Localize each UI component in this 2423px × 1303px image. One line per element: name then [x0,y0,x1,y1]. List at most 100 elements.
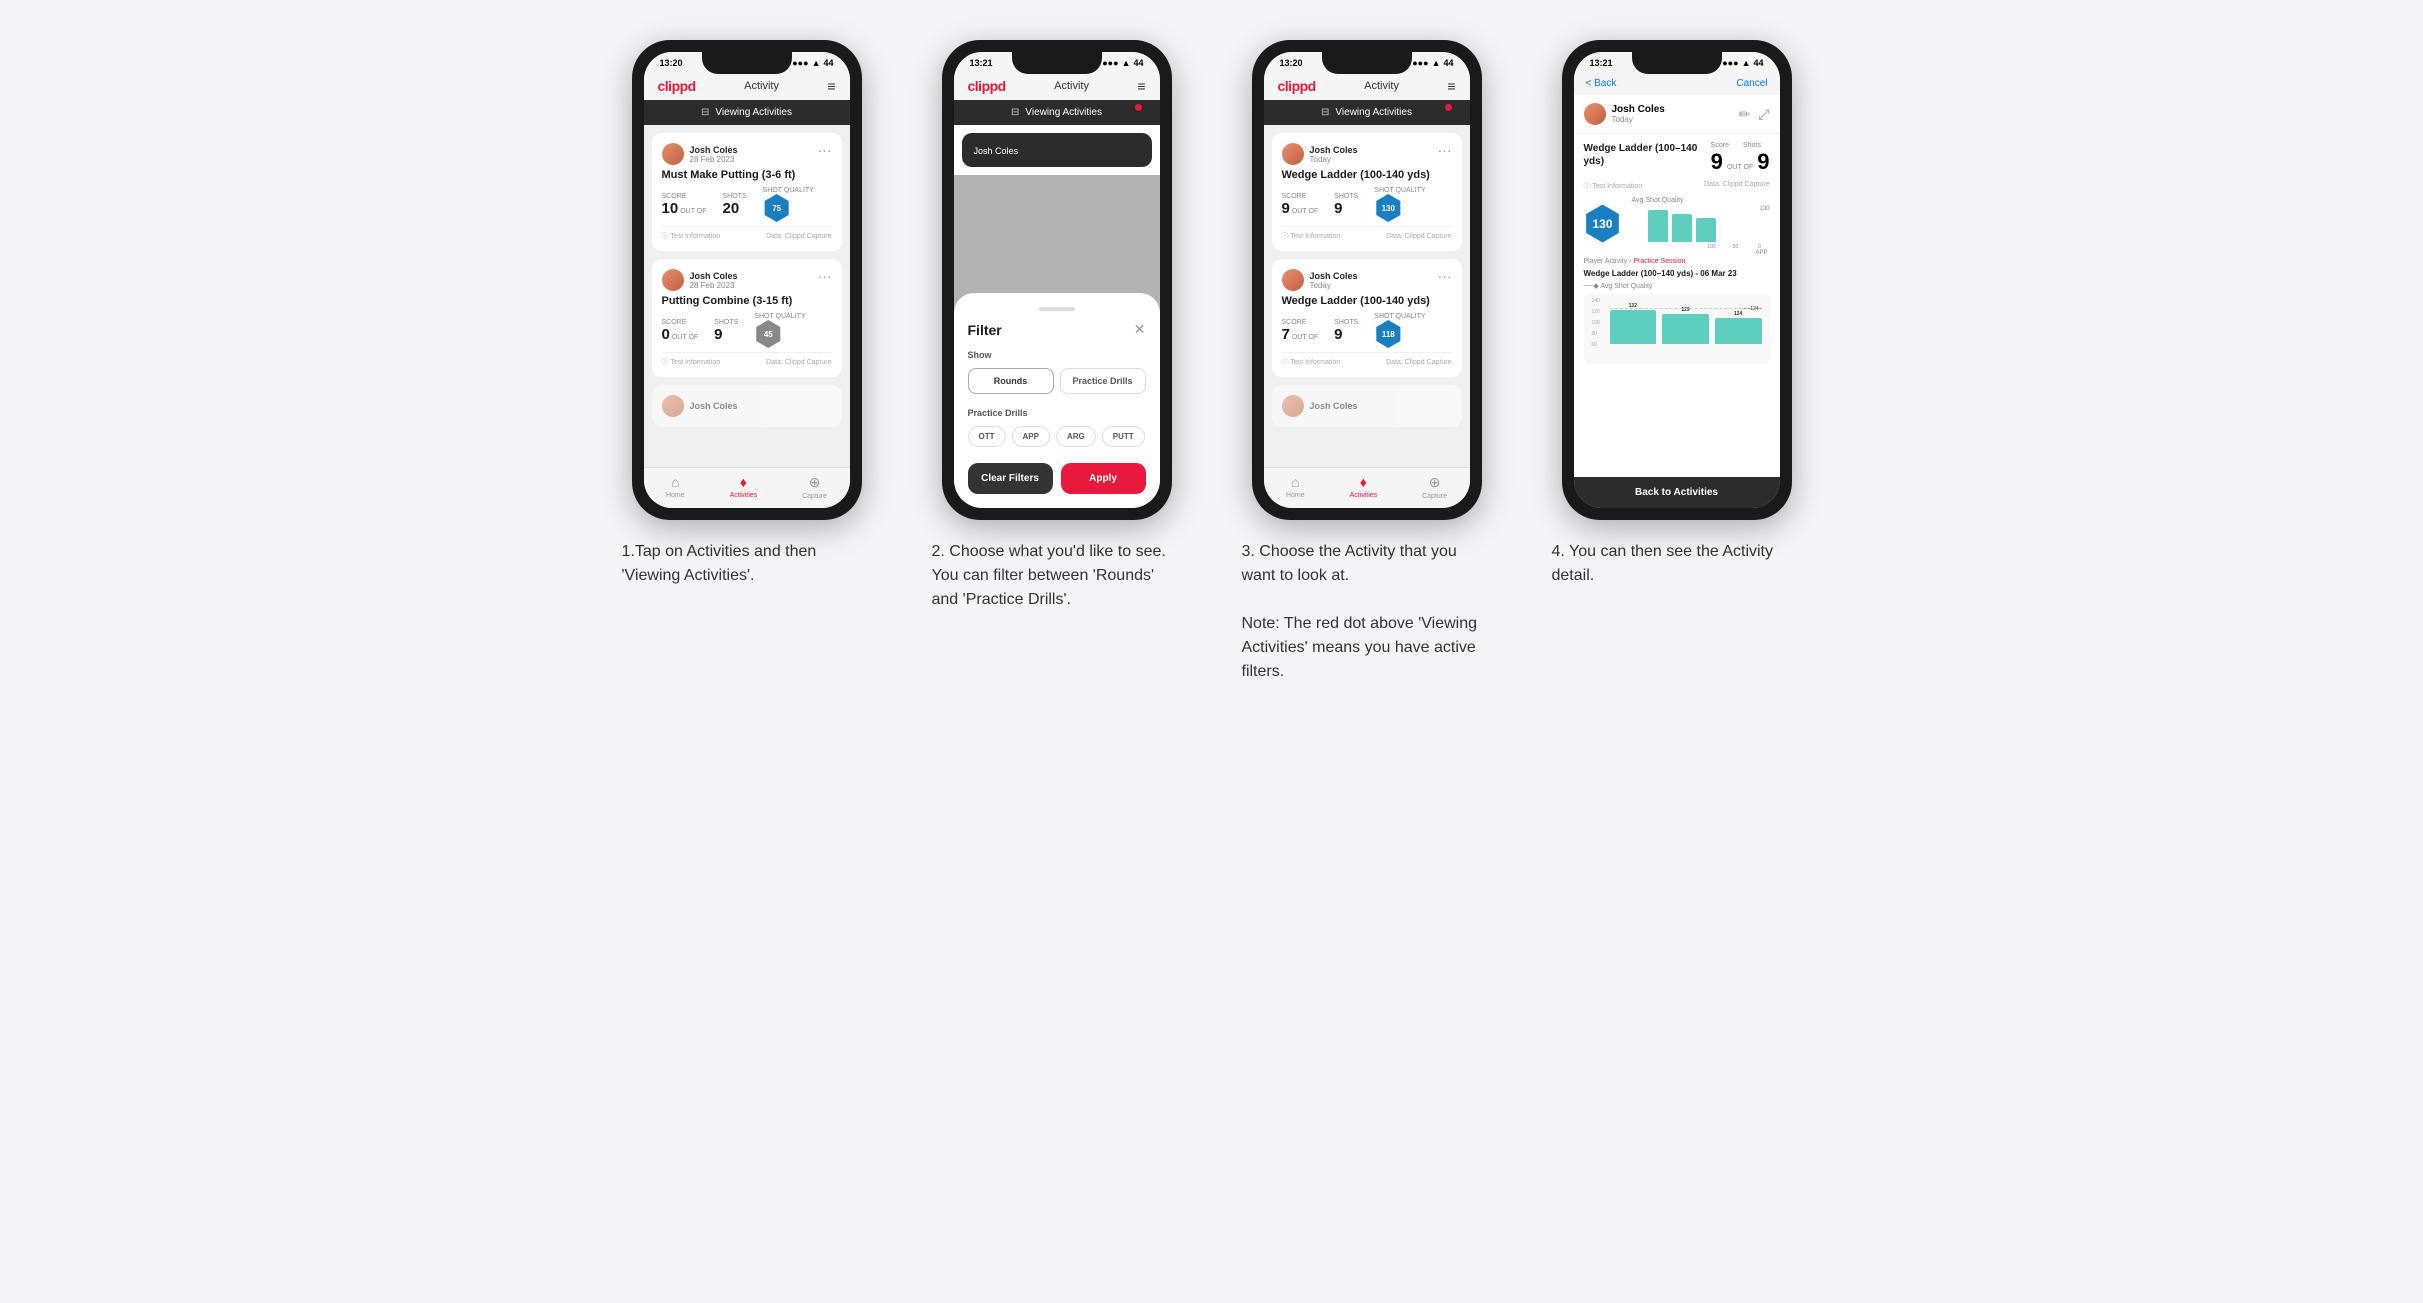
activity-card-3-2[interactable]: Josh Coles Today ··· Wedge Ladder (100-1… [1272,259,1462,377]
card-menu-3-1[interactable]: ··· [1438,143,1452,157]
user-name-1-1: Josh Coles [690,145,738,155]
session-title-4: Wedge Ladder (100–140 yds) - 06 Mar 23 [1584,269,1770,278]
bar-1 [1610,310,1657,344]
score-col-label-4: Score [1711,142,1729,149]
practice-session-label-4: Practice Session [1633,258,1685,265]
edit-icon-4[interactable]: ✏ [1739,106,1751,123]
pill-app-2[interactable]: APP [1012,426,1050,447]
nav-activities-3[interactable]: ♦ Activities [1350,474,1378,500]
logo-1: clippd [658,78,696,94]
caption-4: 4. You can then see the Activity detail. [1552,540,1802,588]
activity-card-1-2[interactable]: Josh Coles 28 Feb 2023 ··· Putting Combi… [652,259,842,377]
card-footer-3-1: ⓘ Test Information Data: Clippd Capture [1282,226,1452,241]
shots-value-3-1: 9 [1334,200,1358,217]
activities-icon-3: ♦ [1360,474,1367,490]
score-label-3-1: Score [1282,193,1319,200]
phone-screen-3: 13:20 ●●● ▲ 44 clippd Activity ≡ ⊟ Vie [1264,52,1470,508]
card-menu-1-1[interactable]: ··· [818,143,832,157]
wifi-3: ▲ [1432,58,1441,68]
back-button-4[interactable]: < Back [1586,78,1617,89]
nav-home-3[interactable]: ⌂ Home [1286,474,1305,500]
chart-label-60: 60 [1592,342,1600,348]
phone-notch-2 [1012,52,1102,74]
hamburger-icon-1[interactable]: ≡ [827,78,835,94]
shots-label-1-2: Shots [714,319,738,326]
capture-icon-3: ⊕ [1429,474,1441,491]
card-menu-3-2[interactable]: ··· [1438,269,1452,283]
score-label-1-1: Score [662,193,707,200]
card-header-1-1: Josh Coles 28 Feb 2023 ··· [662,143,832,165]
pill-putt-2[interactable]: PUTT [1102,426,1145,447]
detail-user-info-4: Josh Coles Today [1612,104,1665,124]
expand-icon-4[interactable]: ⤢ [1758,106,1769,123]
nav-capture-3[interactable]: ⊕ Capture [1422,474,1447,500]
phone-screen-2: 13:21 ●●● ▲ 44 clippd Activity ≡ ⊟ Vie [954,52,1160,508]
top-nav-2: clippd Activity ≡ [954,72,1160,100]
caption-1: 1.Tap on Activities and then 'Viewing Ac… [622,540,872,588]
partial-name-2: Josh Coles [974,146,1019,156]
hamburger-icon-3[interactable]: ≡ [1447,78,1455,94]
activity-card-1-1[interactable]: Josh Coles 28 Feb 2023 ··· Must Make Put… [652,133,842,251]
toggle-group-2: Rounds Practice Drills [968,368,1146,394]
score-label-3-2: Score [1282,319,1319,326]
nav-title-3: Activity [1364,80,1399,92]
score-value-1-1: 10 [662,200,679,217]
phone-frame-3: 13:20 ●●● ▲ 44 clippd Activity ≡ ⊟ Vie [1252,40,1482,520]
card-header-3-2: Josh Coles Today ··· [1282,269,1452,291]
status-time-3: 13:20 [1280,58,1303,68]
pill-arg-2[interactable]: ARG [1056,426,1096,447]
bar-val-3: 124 [1734,311,1742,317]
sq-label-3-2: Shot Quality [1374,313,1425,320]
viewing-banner-3[interactable]: ⊟ Viewing Activities [1264,100,1470,125]
partial-card-2: Josh Coles [962,133,1152,167]
stat-shots-3-2: Shots 9 [1334,319,1358,343]
cancel-button-4[interactable]: Cancel [1736,78,1767,89]
viewing-banner-2[interactable]: ⊟ Viewing Activities [954,100,1160,125]
detail-content-4: Wedge Ladder (100–140 yds) Score Shots 9… [1574,134,1780,477]
sq-label-3-1: Shot Quality [1374,187,1425,194]
sq-label-1-2: Shot Quality [754,313,805,320]
nav-home-1[interactable]: ⌂ Home [666,474,685,500]
detail-title-4: Wedge Ladder (100–140 yds) [1584,142,1703,168]
apply-button-2[interactable]: Apply [1061,463,1146,494]
nav-activities-1[interactable]: ♦ Activities [730,474,758,500]
status-time-4: 13:21 [1590,58,1613,68]
footer-left-1-1: ⓘ Test Information [662,231,721,241]
caption-3: 3. Choose the Activity that you want to … [1242,540,1492,684]
hamburger-icon-2[interactable]: ≡ [1137,78,1145,94]
back-to-activities-button-4[interactable]: Back to Activities [1574,477,1780,508]
toggle-rounds-2[interactable]: Rounds [968,368,1054,394]
battery-2: 44 [1133,58,1143,68]
out-of-1-1: OUT OF [680,208,706,215]
user-name-1-3: Josh Coles [690,401,738,411]
shots-col-label-4: Shots [1743,142,1761,149]
stat-shots-1-1: Shots 20 [723,193,747,217]
stat-score-3-1: Score 9 OUT OF [1282,193,1319,217]
phone-notch-1 [702,52,792,74]
session-subtitle-4: ──◆ Avg Shot Quality [1584,282,1770,290]
signal-2: ●●● [1102,58,1118,68]
phone-screen-1: 13:20 ●●● ▲ 44 clippd Activity ≡ ⊟ Vie [644,52,850,508]
avatar-1-1 [662,143,684,165]
close-button-2[interactable]: ✕ [1134,321,1146,338]
shots-value-3-2: 9 [1334,326,1358,343]
card-header-1-2: Josh Coles 28 Feb 2023 ··· [662,269,832,291]
chart-max-4: 130 [1759,206,1769,212]
activity-title-3-1: Wedge Ladder (100-140 yds) [1282,169,1452,181]
bottom-nav-1: ⌂ Home ♦ Activities ⊕ Capture [644,467,850,508]
card-menu-1-2[interactable]: ··· [818,269,832,283]
viewing-banner-1[interactable]: ⊟ Viewing Activities [644,100,850,125]
user-info-1-2: Josh Coles 28 Feb 2023 [690,271,738,290]
out-of-3-1: OUT OF [1292,208,1318,215]
pill-ott-2[interactable]: OTT [968,426,1006,447]
home-label-1: Home [666,492,685,499]
sq-label-1-1: Shot Quality [763,187,814,194]
nav-capture-1[interactable]: ⊕ Capture [802,474,827,500]
chart-label-120: 120 [1592,309,1600,315]
sq-badge-large-4: 130 [1584,205,1622,243]
phone-section-2: 13:21 ●●● ▲ 44 clippd Activity ≡ ⊟ Vie [917,40,1197,612]
avatar-3-3 [1282,395,1304,417]
clear-filters-button-2[interactable]: Clear Filters [968,463,1053,494]
activity-card-3-1[interactable]: Josh Coles Today ··· Wedge Ladder (100-1… [1272,133,1462,251]
toggle-drills-2[interactable]: Practice Drills [1060,368,1146,394]
